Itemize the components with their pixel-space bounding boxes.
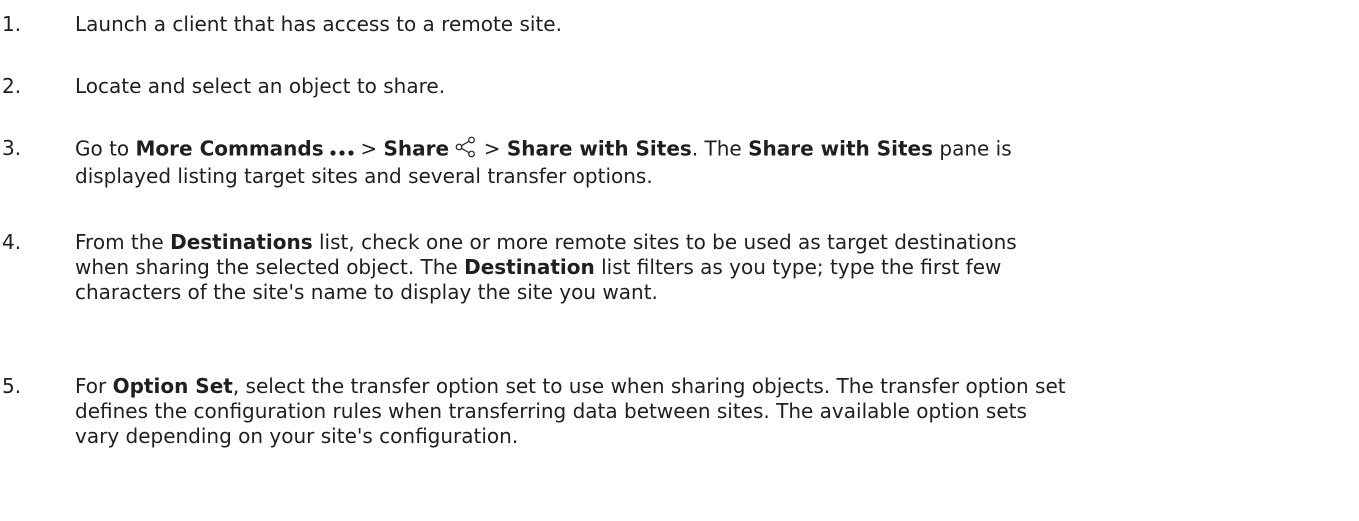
- step-text: For Option Set, select the transfer opti…: [75, 374, 1075, 449]
- step-number: 5.: [2, 374, 22, 398]
- separator: >: [477, 136, 507, 161]
- step-number: 1.: [2, 12, 22, 36]
- more-commands-icon: [330, 138, 354, 163]
- separator: >: [353, 136, 384, 161]
- step-text: Go to More Commands > Share > Share with…: [75, 136, 1075, 189]
- step-number: 3.: [2, 136, 22, 160]
- option-set-label: Option Set: [112, 374, 233, 398]
- text-for: For: [75, 374, 113, 398]
- step-number: 2.: [2, 74, 22, 98]
- destinations-label: Destinations: [170, 230, 313, 254]
- share-label: Share: [383, 136, 450, 161]
- more-commands-label: More Commands: [135, 136, 324, 161]
- step-text: From the Destinations list, check one or…: [75, 230, 1075, 305]
- destination-label: Destination: [464, 255, 595, 279]
- text-after: . The: [691, 136, 749, 161]
- step-2-text: Locate and select an object to share.: [75, 74, 446, 98]
- step-1-text: Launch a client that has access to a rem…: [75, 12, 562, 36]
- text-from: From the: [75, 230, 171, 254]
- share-icon: [455, 136, 477, 164]
- share-with-sites-label: Share with Sites: [506, 136, 692, 161]
- text-go-to: Go to: [75, 136, 136, 161]
- step-number: 4.: [2, 230, 22, 254]
- step-text: Locate and select an object to share.: [75, 74, 1075, 99]
- share-with-sites-pane-label: Share with Sites: [748, 136, 934, 161]
- step-text: Launch a client that has access to a rem…: [75, 12, 1075, 37]
